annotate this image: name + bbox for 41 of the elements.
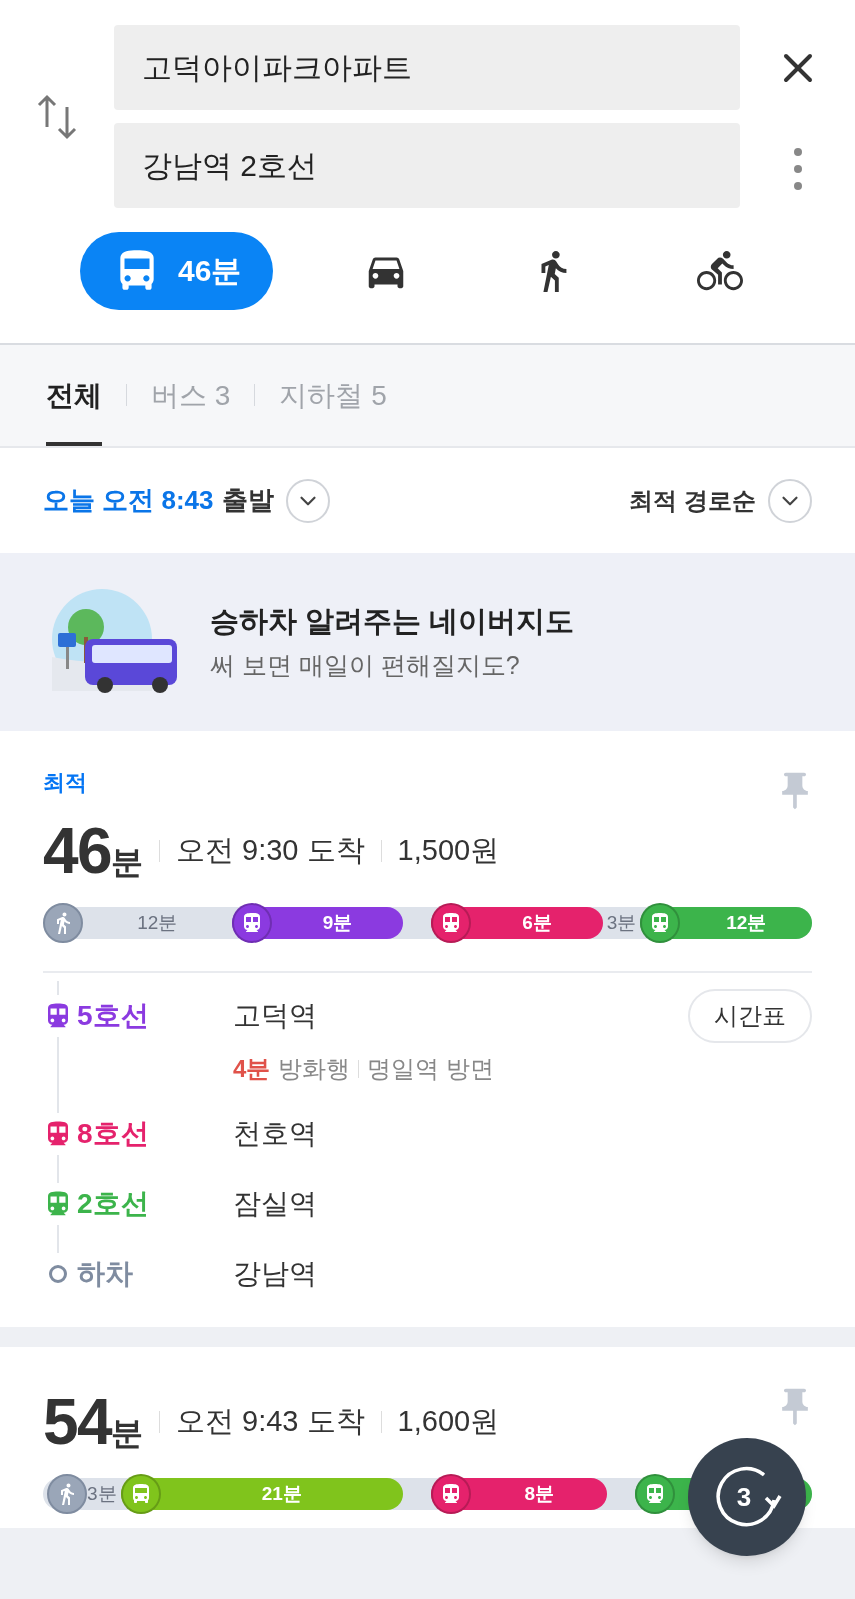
segment-duration: 12분 xyxy=(136,910,179,935)
fare: 1,600원 xyxy=(397,1404,500,1440)
duration: 54분 xyxy=(43,1385,143,1460)
departure-label: 출발 xyxy=(221,484,274,517)
segment-duration: 3분 xyxy=(87,1481,117,1506)
departure-time: 오늘 오전 8:43 xyxy=(43,484,214,517)
walking-person-icon xyxy=(47,1474,87,1514)
route-count: 3 xyxy=(736,1480,752,1514)
arrival-time: 오전 9:30 도착 xyxy=(176,833,365,869)
more-options-icon[interactable] xyxy=(793,147,802,190)
segment-duration: 21분 xyxy=(260,1481,303,1506)
station-name: 천호역 xyxy=(233,1117,318,1151)
segment-duration: 8분 xyxy=(523,1481,555,1506)
train-direction: 방화행 xyxy=(278,1054,351,1084)
arrival-wait: 4분 xyxy=(233,1054,271,1084)
alight-label: 하차 xyxy=(77,1257,133,1291)
destination-field[interactable]: 강남역 2호선 xyxy=(114,123,740,208)
fare: 1,500원 xyxy=(397,833,500,869)
station-name: 강남역 xyxy=(233,1257,318,1291)
duration: 46분 xyxy=(43,814,143,889)
segment-duration: 9분 xyxy=(321,910,354,935)
segment-duration: 6분 xyxy=(521,910,553,935)
timetable-button[interactable]: 시간표 xyxy=(688,989,812,1043)
line-name: 2호선 xyxy=(77,1187,149,1221)
station-name: 고덕역 xyxy=(233,999,318,1033)
banner-subtitle: 써 보면 매일이 편해질지도? xyxy=(210,650,521,681)
walking-person-icon xyxy=(43,903,83,943)
chevron-down-icon[interactable] xyxy=(285,478,330,523)
station-name: 잠실역 xyxy=(233,1187,318,1221)
arrival-time: 오전 9:43 도착 xyxy=(176,1404,365,1440)
best-route-label: 최적 xyxy=(43,770,87,795)
train-heading: 명일역 방면 xyxy=(367,1054,495,1084)
sort-order-label[interactable]: 최적 경로순 xyxy=(629,482,756,519)
origin-field[interactable]: 고덕아이파크아파트 xyxy=(114,25,740,110)
banner-title: 승하차 알려주는 네이버지도 xyxy=(210,603,575,639)
line-name: 5호선 xyxy=(77,999,149,1033)
travel-mode-tab[interactable]: 46분 xyxy=(80,231,274,310)
line-name: 8호선 xyxy=(77,1117,149,1151)
segment-duration: 3분 xyxy=(606,910,637,935)
chevron-down-icon[interactable] xyxy=(768,478,812,523)
segment-duration: 12분 xyxy=(725,910,768,935)
